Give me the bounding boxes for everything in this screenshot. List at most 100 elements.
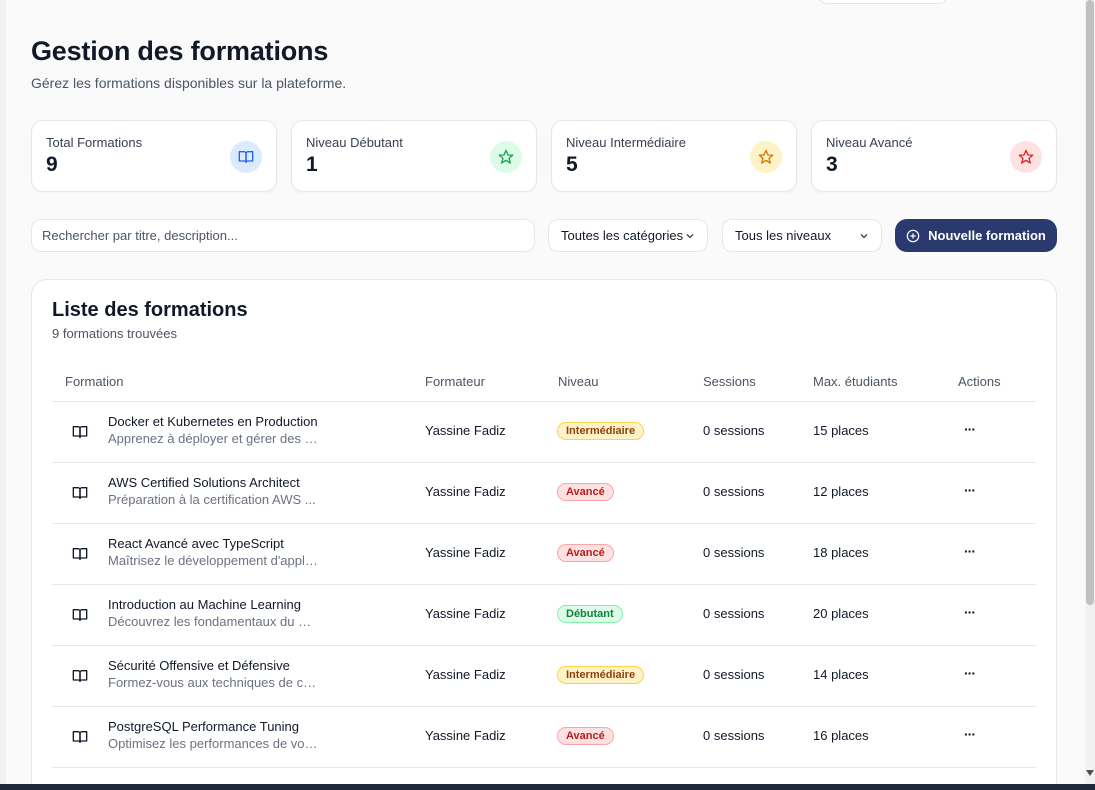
scrollbar[interactable] xyxy=(1085,0,1095,784)
formation-title: PostgreSQL Performance Tuning xyxy=(108,719,300,734)
formation-title: Introduction au Machine Learning xyxy=(108,597,301,612)
formation-sessions: 0 sessions xyxy=(703,606,765,621)
list-count: 9 formations trouvées xyxy=(52,326,178,341)
chevron-down-icon xyxy=(686,234,694,239)
table-header: Formation Formateur Niveau Sessions Max.… xyxy=(52,363,1036,402)
list-title: Liste des formations xyxy=(52,299,248,321)
category-select[interactable]: Toutes les catégories xyxy=(548,219,708,252)
book-icon xyxy=(72,668,88,689)
col-sessions: Sessions xyxy=(703,374,756,389)
level-badge: Avancé xyxy=(557,483,614,501)
level-badge: Intermédiaire xyxy=(557,422,645,440)
col-niveau: Niveau xyxy=(558,374,599,389)
level-badge: Intermédiaire xyxy=(557,666,645,684)
col-max-etudiants: Max. étudiants xyxy=(813,374,898,389)
formation-description: Préparation à la certification AWS ... xyxy=(108,492,316,507)
more-actions-icon[interactable]: ··· xyxy=(964,604,976,620)
formations-table: Formation Formateur Niveau Sessions Max.… xyxy=(52,363,1036,768)
formation-max-students: 16 places xyxy=(813,728,869,743)
book-icon xyxy=(72,729,88,750)
more-actions-icon[interactable]: ··· xyxy=(964,665,976,681)
col-formation: Formation xyxy=(65,374,124,389)
chevron-down-icon xyxy=(860,234,868,239)
col-formateur: Formateur xyxy=(425,374,485,389)
formation-trainer: Yassine Fadiz xyxy=(425,545,506,560)
formation-trainer: Yassine Fadiz xyxy=(425,423,506,438)
page-subtitle: Gérez les formations disponibles sur la … xyxy=(31,75,347,91)
star-icon xyxy=(490,141,522,173)
table-row[interactable]: PostgreSQL Performance Tuning Optimisez l… xyxy=(52,707,1036,768)
book-icon xyxy=(72,607,88,628)
stat-value: 5 xyxy=(566,153,578,176)
more-actions-icon[interactable]: ··· xyxy=(964,726,976,742)
formation-max-students: 12 places xyxy=(813,484,869,499)
stat-label: Niveau Débutant xyxy=(306,135,403,150)
formation-sessions: 0 sessions xyxy=(703,667,765,682)
stat-value: 1 xyxy=(306,153,318,176)
formation-max-students: 18 places xyxy=(813,545,869,560)
search-input[interactable] xyxy=(31,219,535,252)
stat-value: 3 xyxy=(826,153,838,176)
stat-card-avance: Niveau Avancé 3 xyxy=(811,120,1057,192)
new-formation-button[interactable]: Nouvelle formation xyxy=(895,219,1057,252)
table-row[interactable]: Sécurité Offensive et Défensive Formez-vo… xyxy=(52,646,1036,707)
book-icon xyxy=(72,485,88,506)
page-title: Gestion des formations xyxy=(31,36,329,66)
level-select[interactable]: Tous les niveaux xyxy=(722,219,882,252)
star-icon xyxy=(750,141,782,173)
more-actions-icon[interactable]: ··· xyxy=(964,543,976,559)
formation-description: Maîtrisez le développement d'appli... xyxy=(108,553,318,568)
formation-title: Sécurité Offensive et Défensive xyxy=(108,658,290,673)
stats-row: Total Formations 9 Niveau Débutant 1 Niv… xyxy=(31,120,1057,192)
formation-description: Optimisez les performances de vos... xyxy=(108,736,318,751)
formation-max-students: 20 places xyxy=(813,606,869,621)
formation-trainer: Yassine Fadiz xyxy=(425,667,506,682)
formation-sessions: 0 sessions xyxy=(703,423,765,438)
book-icon xyxy=(72,424,88,445)
formation-title: Docker et Kubernetes en Production xyxy=(108,414,318,429)
col-actions: Actions xyxy=(958,374,1001,389)
more-actions-icon[interactable]: ··· xyxy=(964,421,976,437)
plus-circle-icon xyxy=(906,229,920,242)
book-icon xyxy=(72,546,88,567)
formations-card: Liste des formations 9 formations trouvé… xyxy=(31,279,1057,784)
formation-trainer: Yassine Fadiz xyxy=(425,728,506,743)
stat-value: 9 xyxy=(46,153,58,176)
formation-trainer: Yassine Fadiz xyxy=(425,606,506,621)
table-row[interactable]: Introduction au Machine Learning Découvre… xyxy=(52,585,1036,646)
star-icon xyxy=(1010,141,1042,173)
table-row[interactable]: AWS Certified Solutions Architect Prépara… xyxy=(52,463,1036,524)
formation-sessions: 0 sessions xyxy=(703,728,765,743)
formation-title: AWS Certified Solutions Architect xyxy=(108,475,300,490)
stat-label: Niveau Avancé xyxy=(826,135,913,150)
table-row[interactable]: React Avancé avec TypeScript Maîtrisez le… xyxy=(52,524,1036,585)
level-badge: Avancé xyxy=(557,727,614,745)
level-badge: Avancé xyxy=(557,544,614,562)
formation-description: Découvrez les fondamentaux du m... xyxy=(108,614,318,629)
formation-max-students: 15 places xyxy=(813,423,869,438)
stat-card-debutant: Niveau Débutant 1 xyxy=(291,120,537,192)
formation-title: React Avancé avec TypeScript xyxy=(108,536,284,551)
formation-description: Apprenez à déployer et gérer des a... xyxy=(108,431,318,446)
formation-trainer: Yassine Fadiz xyxy=(425,484,506,499)
formation-sessions: 0 sessions xyxy=(703,484,765,499)
scroll-down-arrow[interactable] xyxy=(1086,770,1094,776)
level-select-value: Tous les niveaux xyxy=(735,228,832,243)
stat-label: Total Formations xyxy=(46,135,143,150)
main-content: Gestion des formations Gérez les formati… xyxy=(6,0,1085,784)
formation-max-students: 14 places xyxy=(813,667,869,682)
book-icon xyxy=(230,141,262,173)
top-pill xyxy=(818,0,948,4)
table-row[interactable]: Docker et Kubernetes en Production Appren… xyxy=(52,402,1036,463)
formation-description: Formez-vous aux techniques de cy... xyxy=(108,675,318,690)
bottom-bar xyxy=(0,784,1095,790)
scrollbar-thumb[interactable] xyxy=(1086,0,1094,605)
category-select-value: Toutes les catégories xyxy=(561,228,684,243)
table-body: Docker et Kubernetes en Production Appren… xyxy=(52,402,1036,768)
stat-card-total: Total Formations 9 xyxy=(31,120,277,192)
new-formation-label: Nouvelle formation xyxy=(928,228,1046,243)
formation-sessions: 0 sessions xyxy=(703,545,765,560)
stat-card-intermediaire: Niveau Intermédiaire 5 xyxy=(551,120,797,192)
level-badge: Débutant xyxy=(557,605,623,623)
more-actions-icon[interactable]: ··· xyxy=(964,482,976,498)
